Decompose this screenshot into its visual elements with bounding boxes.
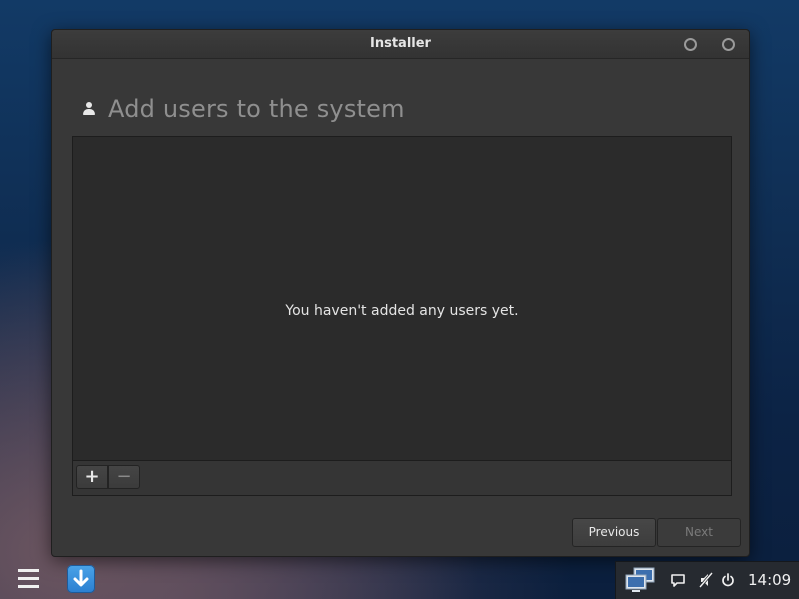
next-button[interactable]: Next	[657, 518, 741, 547]
minimize-button[interactable]	[684, 38, 697, 51]
chat-icon[interactable]	[671, 572, 685, 588]
previous-button[interactable]: Previous	[572, 518, 656, 547]
power-icon[interactable]	[721, 572, 735, 588]
page-heading: Add users to the system	[82, 92, 405, 126]
user-list-toolbar: + −	[73, 460, 731, 495]
add-user-button[interactable]: +	[76, 465, 108, 489]
system-tray: 14:09	[615, 561, 799, 599]
window-titlebar[interactable]: Installer	[52, 30, 749, 59]
window-title: Installer	[370, 36, 431, 51]
network-icon[interactable]	[624, 566, 656, 594]
remove-user-button[interactable]: −	[108, 465, 140, 489]
installer-window: Installer Add users to the system You ha…	[51, 29, 750, 557]
close-button[interactable]	[722, 38, 735, 51]
user-list[interactable]: You haven't added any users yet. + −	[72, 136, 732, 496]
volume-muted-icon[interactable]	[698, 572, 714, 588]
page-title: Add users to the system	[108, 95, 405, 123]
download-arrow-icon[interactable]	[67, 565, 95, 593]
clock[interactable]: 14:09	[748, 571, 791, 589]
empty-list-message: You haven't added any users yet.	[285, 303, 519, 319]
user-icon	[82, 101, 96, 117]
menu-icon[interactable]	[18, 569, 39, 589]
